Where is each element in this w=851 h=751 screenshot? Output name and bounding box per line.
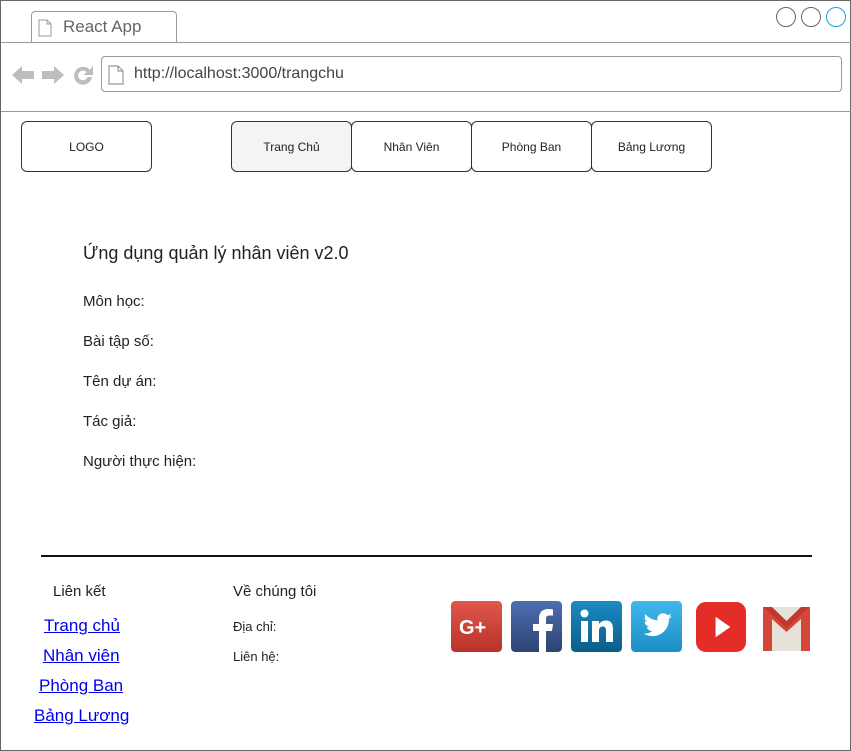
twitter-icon[interactable]: [631, 601, 682, 652]
forward-arrow-icon[interactable]: [41, 63, 65, 87]
youtube-icon[interactable]: [696, 602, 746, 652]
browser-window: React App http://localhost:3000/trangchu…: [0, 0, 851, 751]
document-icon: [38, 19, 52, 37]
footer-divider: [41, 555, 812, 557]
nav-nhan-vien[interactable]: Nhân Viên: [351, 121, 472, 172]
performer-label: Người thực hiện:: [83, 453, 197, 470]
links-heading: Liên kết: [53, 583, 106, 600]
contact-label: Liên hệ:: [233, 649, 280, 664]
address-bar[interactable]: http://localhost:3000/trangchu: [101, 56, 842, 92]
google-plus-icon[interactable]: G+: [451, 601, 502, 652]
facebook-icon[interactable]: [511, 601, 562, 652]
tab-divider: [1, 42, 851, 43]
chrome-divider: [1, 111, 851, 112]
nav-bang-luong[interactable]: Bảng Lương: [591, 121, 712, 172]
exercise-label: Bài tập số:: [83, 333, 154, 350]
footer-link-phong-ban[interactable]: Phòng Ban: [39, 676, 123, 696]
back-arrow-icon[interactable]: [11, 63, 35, 87]
logo[interactable]: LOGO: [21, 121, 152, 172]
minimize-button[interactable]: [776, 7, 796, 27]
page-title: Ứng dụng quản lý nhân viên v2.0: [83, 243, 349, 263]
address-label: Địa chỉ:: [233, 619, 277, 634]
reload-icon[interactable]: [71, 63, 95, 87]
svg-text:G+: G+: [459, 617, 486, 639]
linkedin-icon[interactable]: [571, 601, 622, 652]
footer-link-trang-chu[interactable]: Trang chủ: [44, 616, 120, 636]
footer-link-nhan-vien[interactable]: Nhân viên: [43, 646, 120, 666]
close-button[interactable]: [826, 7, 846, 27]
about-heading: Về chúng tôi: [233, 583, 317, 600]
nav-phong-ban[interactable]: Phòng Ban: [471, 121, 592, 172]
gmail-icon[interactable]: [761, 601, 812, 652]
footer-link-bang-luong[interactable]: Bảng Lương: [34, 706, 129, 726]
subject-label: Môn học:: [83, 293, 145, 310]
maximize-button[interactable]: [801, 7, 821, 27]
browser-tab[interactable]: React App: [31, 11, 177, 43]
author-label: Tác giả:: [83, 413, 137, 430]
project-name-label: Tên dự án:: [83, 373, 157, 390]
url-text: http://localhost:3000/trangchu: [134, 65, 344, 82]
tab-title: React App: [63, 17, 142, 36]
page-icon: [108, 65, 124, 85]
nav-trang-chu[interactable]: Trang Chủ: [231, 121, 352, 172]
